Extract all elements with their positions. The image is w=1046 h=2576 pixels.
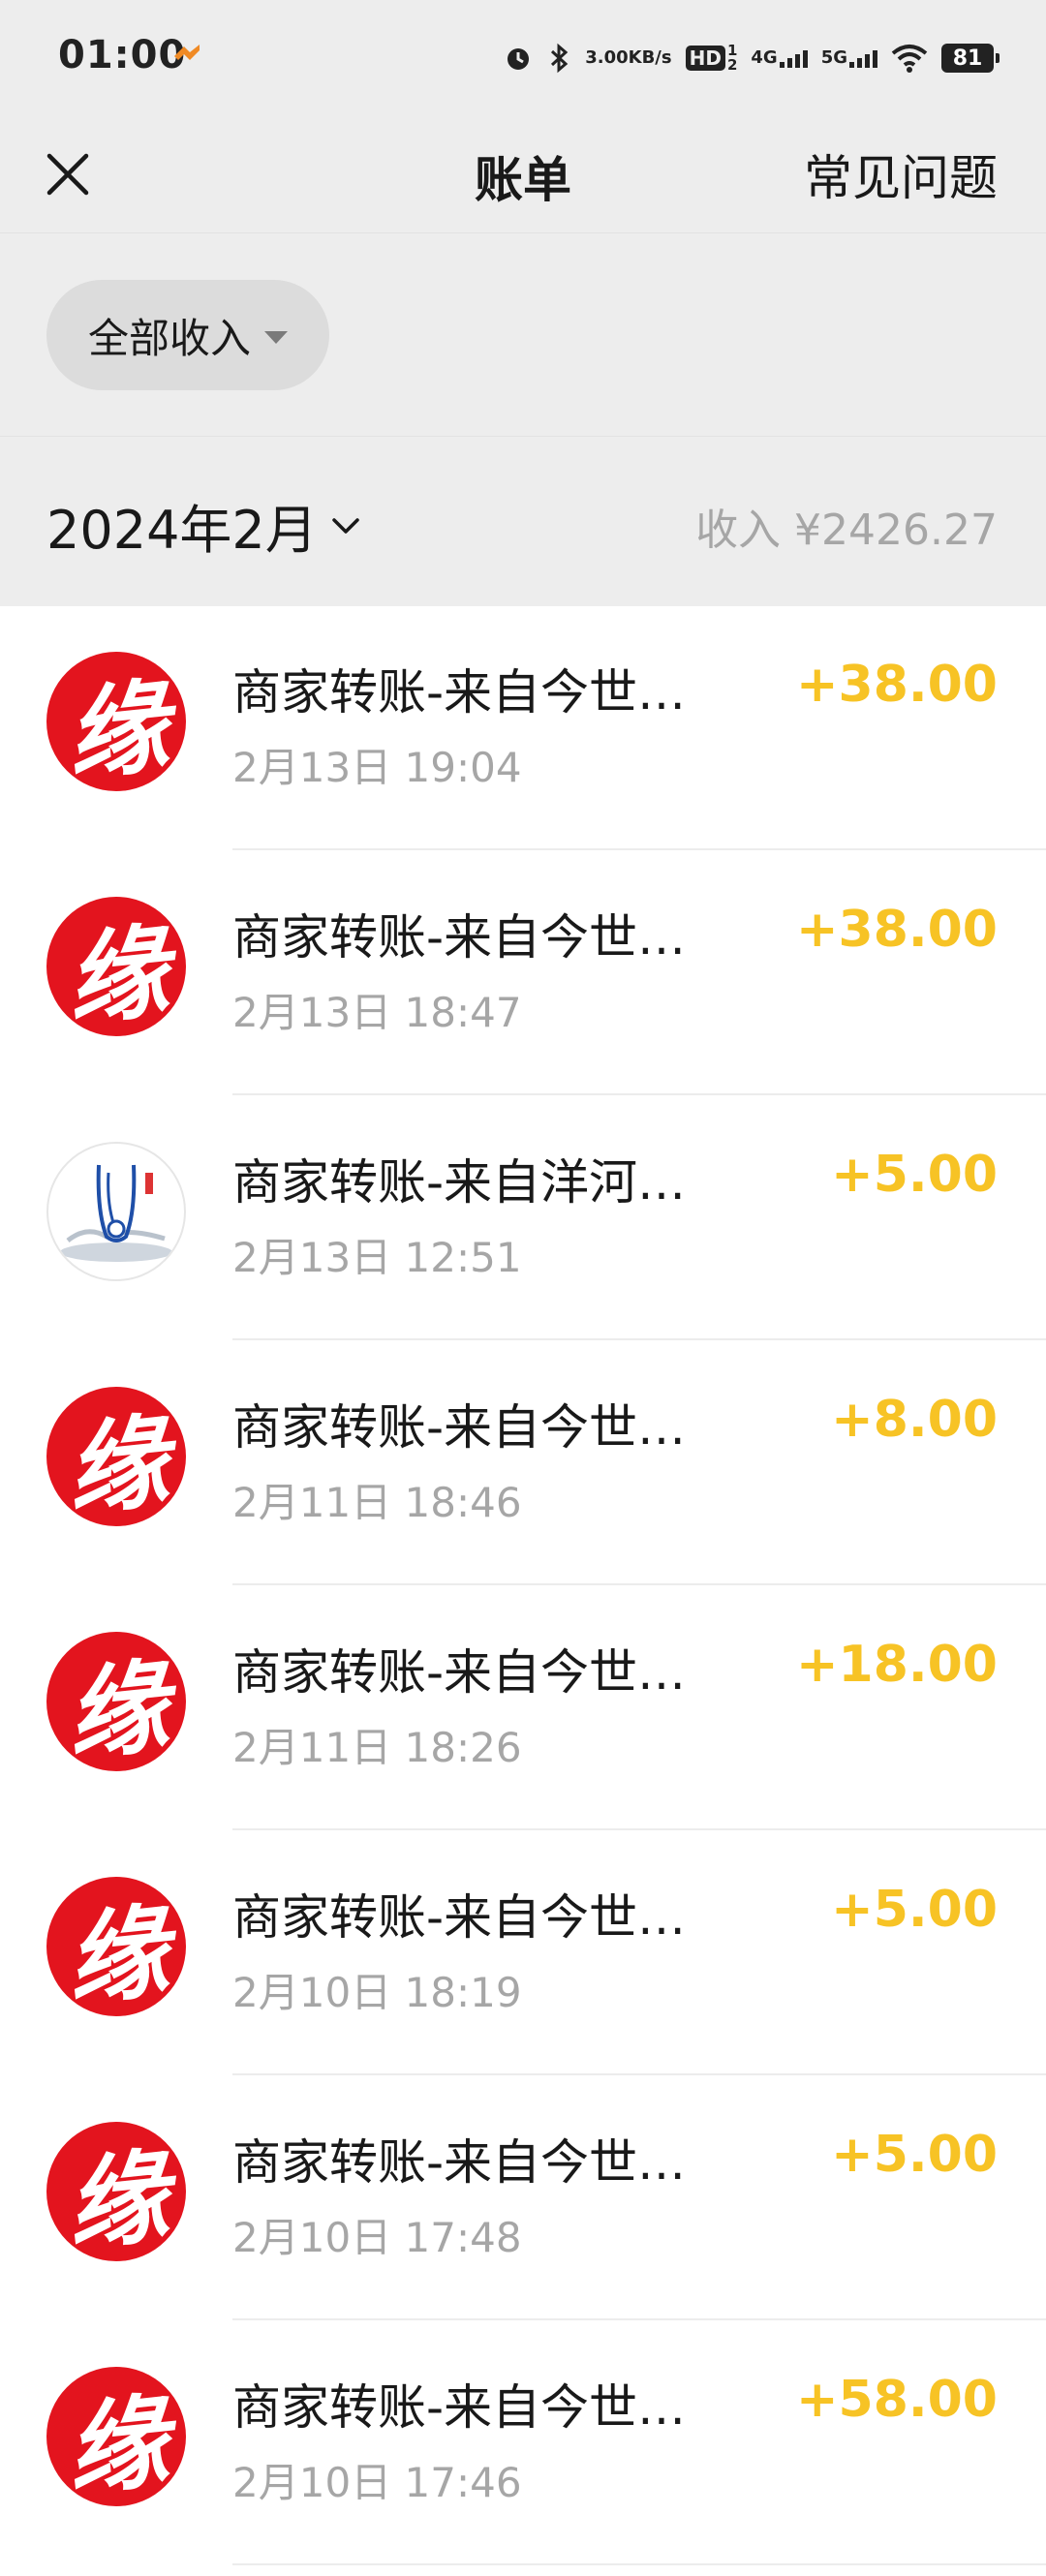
heart-notification-icon <box>174 45 200 60</box>
transaction-title: 商家转账-来自今世… <box>232 1889 687 1946</box>
battery-icon: 81 <box>941 44 1000 73</box>
close-icon <box>46 153 89 196</box>
red-seal-avatar: 缘 <box>46 652 186 791</box>
transaction-amount: +38.00 <box>795 656 998 714</box>
transaction-time: 2月10日 17:48 <box>232 2214 522 2261</box>
month-header: 2024年2月 收入 ¥2426.27 <box>0 436 1046 606</box>
transaction-row[interactable]: 缘 商家转账-来自今世… 2月10日 18:19 +5.00 <box>0 1830 1046 2075</box>
transaction-title: 商家转账-来自洋河… <box>232 1154 687 1211</box>
status-time: 01:00 <box>58 33 187 77</box>
network-speed-value: 3.00 <box>585 47 629 68</box>
red-seal-avatar: 缘 <box>46 2122 186 2261</box>
close-button[interactable] <box>29 136 107 213</box>
transaction-list: 缘商家转账-来自今世… 2月13日 19:04 +38.00 缘商家转账-来自今世… 2… <box>0 605 1046 2565</box>
transaction-title: 商家转账-来自今世… <box>232 909 687 966</box>
transaction-amount: +38.00 <box>795 901 998 959</box>
signal-bars-icon <box>779 48 808 68</box>
wifi-icon <box>891 45 928 73</box>
battery-level: 81 <box>952 46 983 71</box>
transaction-row[interactable]: 缘 商家转账-来自今世… 2月10日 17:46 +58.00 <box>0 2320 1046 2565</box>
transaction-title: 商家转账-来自今世… <box>232 2134 687 2191</box>
avatar-glyph: 缘 <box>60 1645 174 1771</box>
red-seal-avatar: 缘 <box>46 1877 186 2016</box>
red-seal-avatar: 缘 <box>46 2367 186 2506</box>
filter-label: 全部收入 <box>87 314 251 362</box>
transaction-time: 2月11日 18:26 <box>232 1724 522 1771</box>
ink-bottle-avatar <box>46 1142 186 1281</box>
transaction-row[interactable]: 缘 商家转账-来自今世… 2月11日 18:26 +18.00 <box>0 1585 1046 1830</box>
network-speed-unit: KB/s <box>628 47 672 68</box>
avatar-glyph: 缘 <box>60 910 174 1036</box>
net-4g-label: 4G <box>751 47 778 68</box>
transaction-row[interactable]: 缘 商家转账-来自今世… 2月10日 17:48 +5.00 <box>0 2075 1046 2320</box>
signal-bars-icon <box>849 48 877 68</box>
transaction-amount: +8.00 <box>831 1391 998 1449</box>
avatar-glyph: 缘 <box>60 665 174 791</box>
transaction-row[interactable]: 缘 商家转账-来自今世… 2月13日 18:47 +38.00 <box>0 850 1046 1095</box>
transaction-title: 商家转账-来自今世… <box>232 1644 687 1701</box>
avatar-glyph: 缘 <box>60 1890 174 2016</box>
hd-indicator: HD 1 2 <box>685 44 738 74</box>
transaction-amount: +18.00 <box>795 1636 998 1694</box>
transaction-title: 商家转账-来自今世… <box>232 2379 687 2436</box>
faq-link[interactable]: 常见问题 <box>804 139 998 209</box>
network-speed: 3.00 KB/s <box>585 48 671 68</box>
transaction-row[interactable]: 缘 商家转账-来自今世… 2月13日 19:04 +38.00 <box>0 605 1046 850</box>
income-filter-dropdown[interactable]: 全部收入 <box>46 280 329 390</box>
transaction-row[interactable]: 商家转账-来自洋河… 2月13日 12:51 +5.00 <box>0 1095 1046 1340</box>
red-seal-avatar: 缘 <box>46 1387 186 1526</box>
caret-down-icon <box>264 330 288 344</box>
transaction-amount: +5.00 <box>831 2126 998 2184</box>
row-divider <box>232 2563 1046 2565</box>
red-seal-avatar: 缘 <box>46 1632 186 1771</box>
status-bar: 01:00 3.00 KB/s HD 1 2 4G 5G 81 <box>0 0 1046 116</box>
bluetooth-icon <box>551 43 569 74</box>
avatar-glyph: 缘 <box>60 2135 174 2261</box>
transaction-row[interactable]: 缘 商家转账-来自今世… 2月11日 18:46 +8.00 <box>0 1340 1046 1585</box>
status-icons: 3.00 KB/s HD 1 2 4G 5G 81 <box>504 31 1000 85</box>
navigation-bar: 账单 常见问题 <box>0 116 1046 232</box>
alarm-icon <box>508 48 530 70</box>
transaction-amount: +58.00 <box>795 2371 998 2429</box>
hd-sub: 2 <box>726 56 738 74</box>
transaction-time: 2月10日 17:46 <box>232 2459 522 2506</box>
net-5g-label: 5G <box>820 47 847 68</box>
ink-bottle-icon <box>60 1164 172 1262</box>
chevron-down-icon <box>332 517 359 534</box>
month-selector[interactable]: 2024年2月 <box>46 487 360 564</box>
transaction-title: 商家转账-来自今世… <box>232 664 687 721</box>
transaction-time: 2月13日 18:47 <box>232 989 522 1036</box>
red-seal-avatar: 缘 <box>46 897 186 1036</box>
transaction-title: 商家转账-来自今世… <box>232 1399 687 1456</box>
transaction-time: 2月13日 19:04 <box>232 744 522 791</box>
hd-label: HD <box>685 46 725 71</box>
transaction-amount: +5.00 <box>831 1146 998 1204</box>
month-label: 2024年2月 <box>46 500 318 561</box>
filter-bar: 全部收入 <box>0 232 1046 437</box>
signal-4g: 4G <box>751 47 808 68</box>
signal-5g: 5G <box>821 48 877 68</box>
transaction-time: 2月11日 18:46 <box>232 1479 522 1526</box>
transaction-amount: +5.00 <box>831 1881 998 1939</box>
income-total: 收入 ¥2426.27 <box>695 506 998 555</box>
avatar-glyph: 缘 <box>60 2380 174 2506</box>
transaction-time: 2月13日 12:51 <box>232 1234 522 1281</box>
transaction-time: 2月10日 18:19 <box>232 1969 522 2016</box>
avatar-glyph: 缘 <box>60 1400 174 1526</box>
